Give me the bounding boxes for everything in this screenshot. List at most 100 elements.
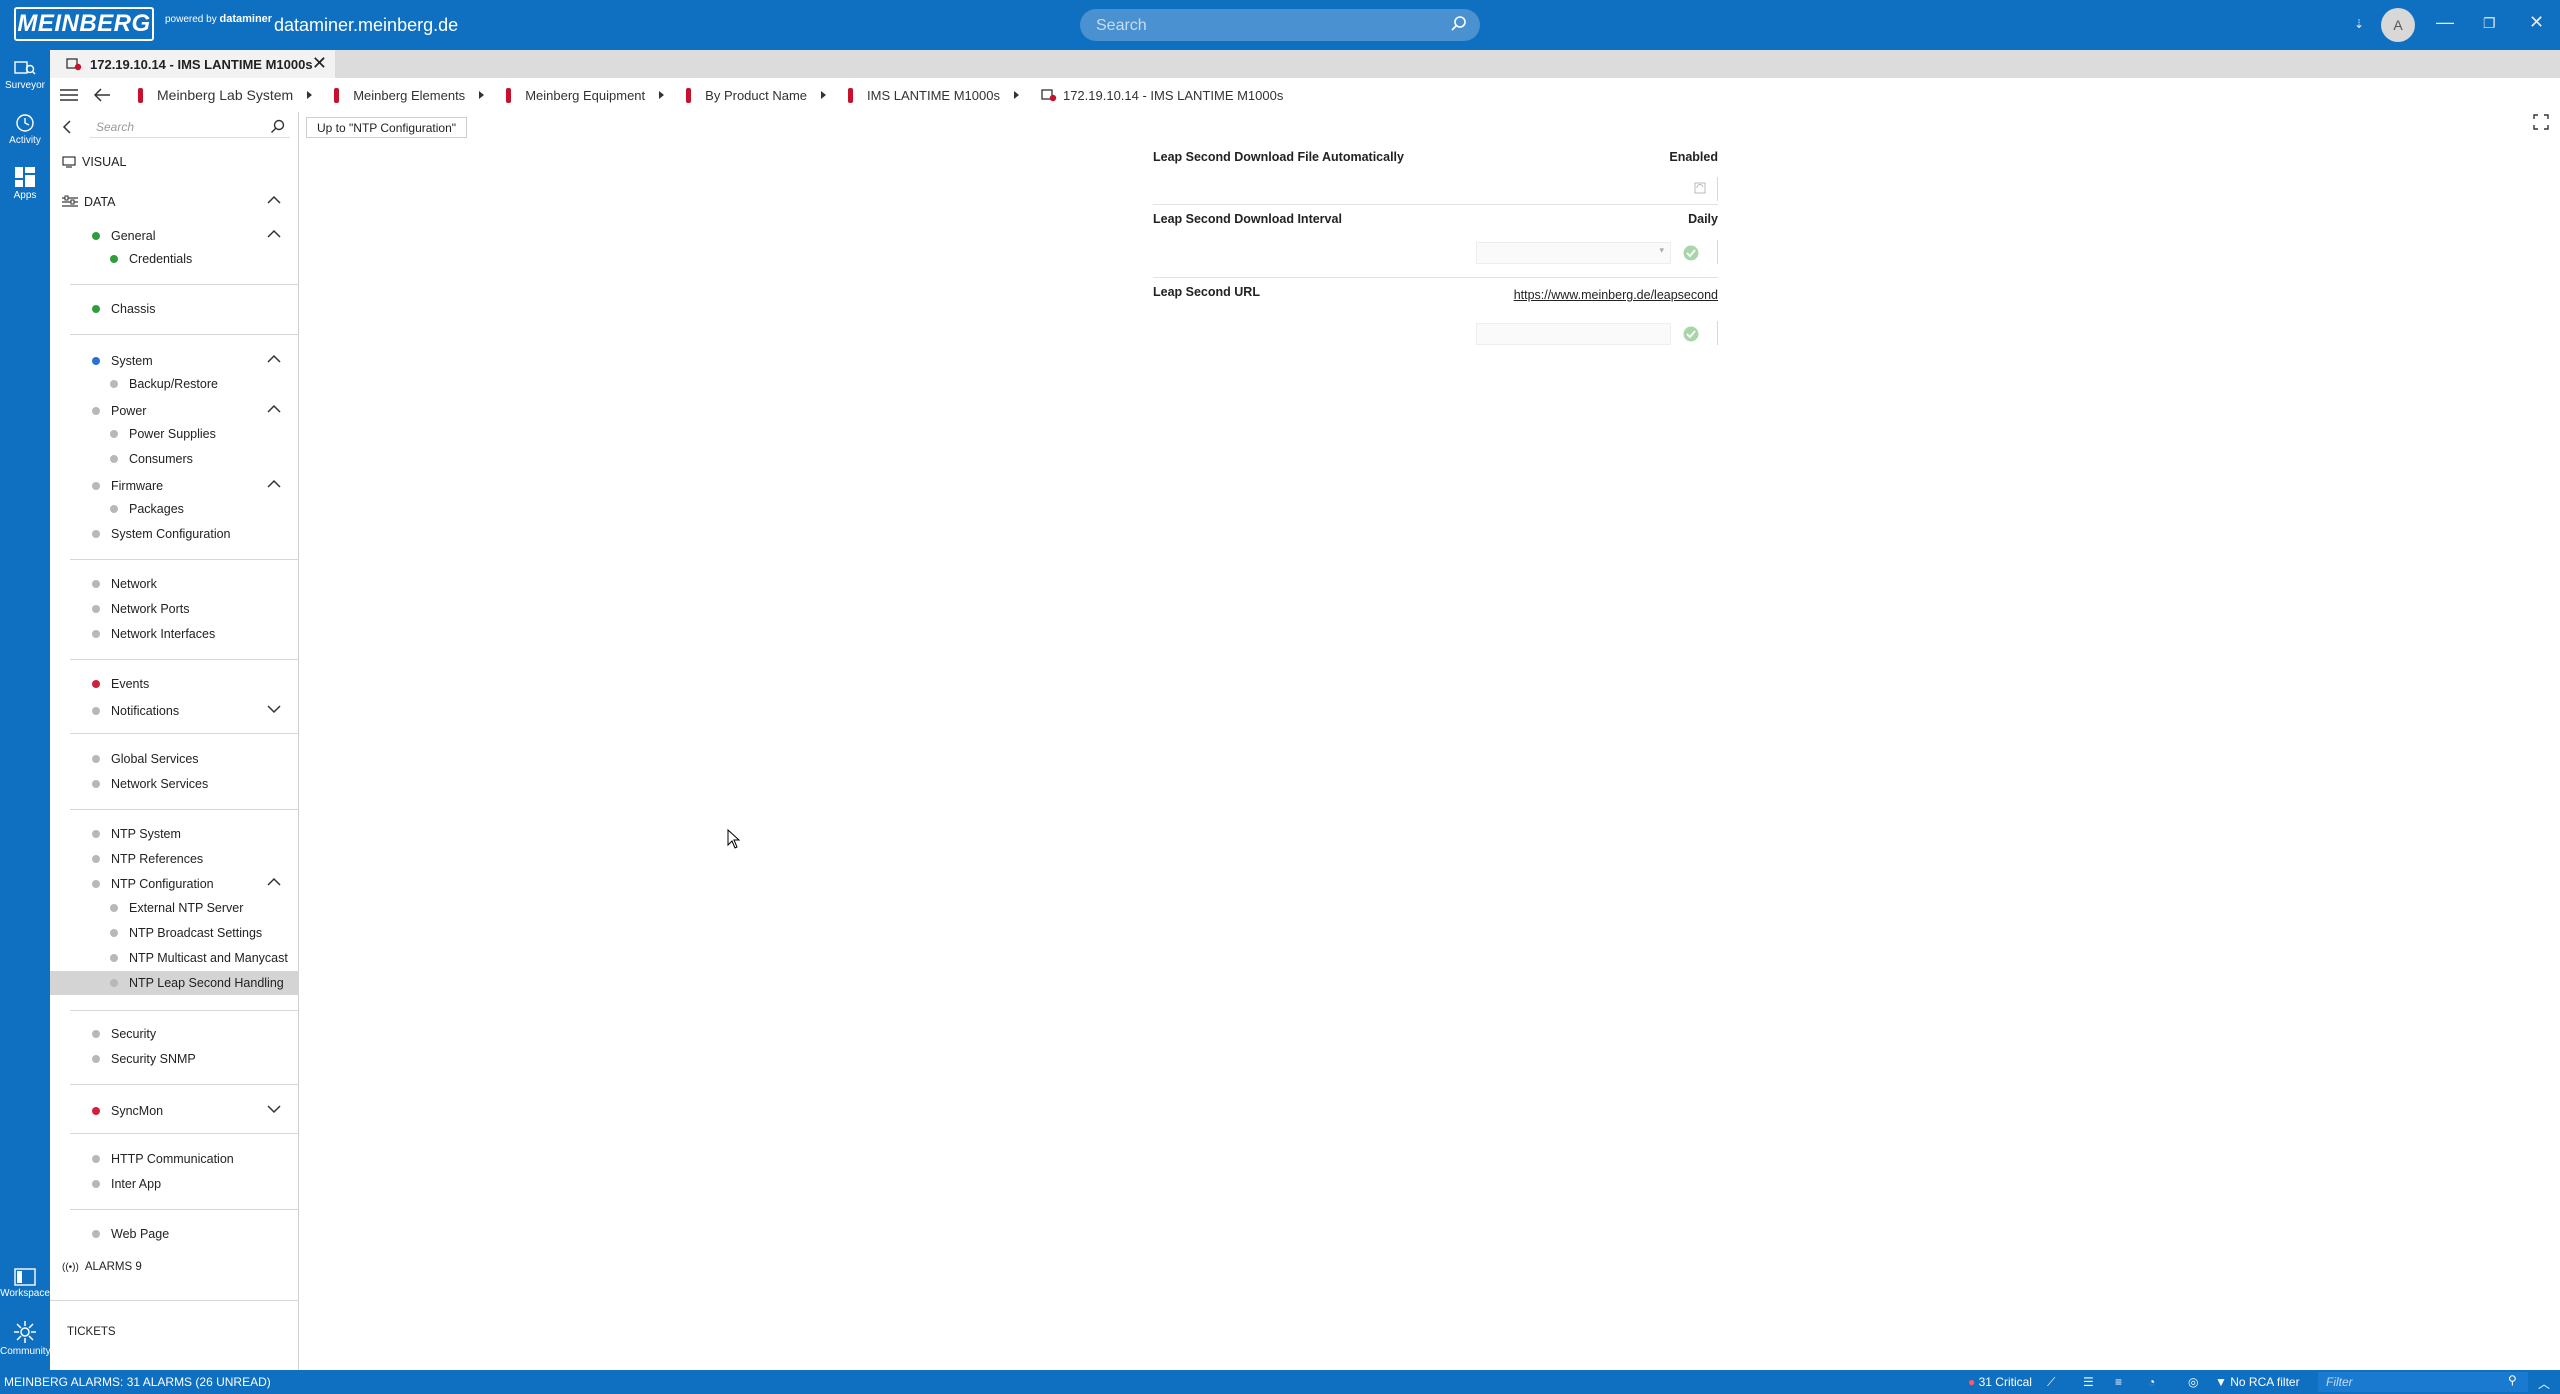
tree-alarms[interactable]: ((•)) ALARMS 9 [50,1255,299,1279]
tree-item-inter-app[interactable]: Inter App [50,1172,299,1196]
alarms-summary[interactable]: MEINBERG ALARMS: 31 ALARMS (26 UNREAD) [4,1375,271,1389]
tree-item-ntp-multicast[interactable]: NTP Multicast and Manycast [50,946,299,970]
rail-surveyor[interactable]: Surveyor [0,60,50,91]
alarm-filter-input[interactable]: Filter [2318,1372,2528,1392]
tree-item-security-snmp[interactable]: Security SNMP [50,1047,299,1071]
breadcrumb-item-product-name[interactable]: By Product Name [686,87,827,103]
minimize-icon[interactable]: — [2436,12,2454,33]
tree-item-http-communication[interactable]: HTTP Communication [50,1147,299,1171]
rail-community[interactable]: Community [0,1320,51,1357]
tree-item-syncmon[interactable]: SyncMon [50,1099,299,1123]
tree-item-ntp-leap-second[interactable]: NTP Leap Second Handling [50,971,299,995]
param-label: Leap Second URL [1153,285,1260,299]
tree-item-network-ports[interactable]: Network Ports [50,597,299,621]
apply-check-icon[interactable] [1683,245,1699,261]
tree-item-power-supplies[interactable]: Power Supplies [50,422,299,446]
tree-item-general[interactable]: General [50,224,299,248]
breadcrumb-item-element[interactable]: 172.19.10.14 - IMS LANTIME M1000s [1041,88,1283,103]
chevron-up-icon[interactable] [267,354,281,364]
restore-icon[interactable]: ❐ [2483,15,2496,32]
dropdown-arrow-icon[interactable]: ⇣ [2354,17,2364,31]
breadcrumb-arrow-icon[interactable] [307,91,313,99]
breadcrumb-arrow-icon[interactable] [1013,91,1019,99]
rail-apps[interactable]: Apps [0,166,50,201]
divider [70,284,298,285]
chevron-up-icon[interactable] [267,229,281,239]
clock-icon[interactable]: ◔ [2148,1375,2155,1389]
apply-check-icon[interactable] [1683,326,1699,342]
avatar[interactable]: A [2381,8,2415,42]
critical-count[interactable]: ● 31 Critical [1968,1375,2032,1389]
tree-item-web-page[interactable]: Web Page [50,1222,299,1246]
breadcrumb-arrow-icon[interactable] [659,91,665,99]
tab-element[interactable]: 172.19.10.14 - IMS LANTIME M1000s ✕ [50,50,335,78]
tree-item-security[interactable]: Security [50,1022,299,1046]
tree-label: NTP References [111,852,204,866]
breadcrumb-item-elements[interactable]: Meinberg Elements [334,87,485,103]
search-icon[interactable] [1450,15,1468,33]
tree-item-power[interactable]: Power [50,399,299,423]
up-to-parent-button[interactable]: Up to "NTP Configuration" [306,117,468,138]
tree-visual[interactable]: VISUAL [50,150,299,174]
tree-item-firmware[interactable]: Firmware [50,474,299,498]
tree-item-consumers[interactable]: Consumers [50,447,299,471]
search-icon[interactable]: ⚲ [2508,1373,2517,1387]
fullscreen-icon[interactable] [2533,114,2549,130]
tree-item-network-interfaces[interactable]: Network Interfaces [50,622,299,646]
rail-activity[interactable]: Activity [0,113,50,146]
list-view-icon[interactable]: ☰ [2083,1375,2094,1389]
tree-item-network[interactable]: Network [50,572,299,596]
sliders-icon [62,195,78,207]
tree-item-ntp-configuration[interactable]: NTP Configuration [50,872,299,896]
collapse-panel-icon[interactable] [62,120,72,134]
tab-close-icon[interactable]: ✕ [312,53,327,74]
tree-label: Credentials [129,252,193,266]
chevron-up-icon[interactable] [267,195,281,205]
chevron-up-icon[interactable] [267,404,281,414]
tree-tickets[interactable]: TICKETS [50,1320,299,1344]
tree-item-packages[interactable]: Packages [50,497,299,521]
breadcrumb-arrow-icon[interactable] [821,91,827,99]
breadcrumb-item-product[interactable]: IMS LANTIME M1000s [848,87,1019,103]
close-window-icon[interactable]: ✕ [2529,12,2544,33]
tree-search-input[interactable]: Search [90,116,290,138]
tree-item-external-ntp-server[interactable]: External NTP Server [50,896,299,920]
tree-item-network-services[interactable]: Network Services [50,772,299,796]
tree-item-events[interactable]: Events [50,672,299,696]
global-search[interactable]: Search [1080,9,1480,41]
tree-label: General [111,229,156,243]
chevron-down-icon[interactable] [267,1104,281,1114]
meinberg-logo[interactable]: MEINBERG [14,7,154,41]
toggle-refresh-icon[interactable] [1694,182,1706,194]
sort-icon[interactable]: ≡ [2115,1375,2122,1389]
tree-item-system[interactable]: System [50,349,299,373]
rail-workspace[interactable]: Workspace [0,1268,50,1299]
tree-item-system-configuration[interactable]: System Configuration [50,522,299,546]
tree-item-ntp-system[interactable]: NTP System [50,822,299,846]
chevron-up-icon[interactable] [267,479,281,489]
hamburger-menu-icon[interactable] [60,88,78,102]
target-icon[interactable]: ◎ [2188,1375,2198,1389]
breadcrumb-item-equipment[interactable]: Meinberg Equipment [506,87,665,103]
tree-item-global-services[interactable]: Global Services [50,747,299,771]
tree-item-chassis[interactable]: Chassis [50,297,299,321]
rca-filter[interactable]: ▼ No RCA filter [2215,1375,2300,1389]
chevron-up-icon[interactable]: ︿ [2538,1375,2550,1392]
search-icon[interactable] [270,119,286,135]
leap-url-link[interactable]: https://www.meinberg.de/leapsecond [1514,288,1718,302]
tree-item-ntp-broadcast[interactable]: NTP Broadcast Settings [50,921,299,945]
back-arrow-icon[interactable] [94,88,110,102]
leap-url-input[interactable] [1476,323,1671,345]
chevron-up-icon[interactable] [267,877,281,887]
tree-item-backup[interactable]: Backup/Restore [50,372,299,396]
interval-select[interactable]: ▾ [1476,242,1671,264]
breadcrumb-arrow-icon[interactable] [479,91,485,99]
tree-item-ntp-references[interactable]: NTP References [50,847,299,871]
trend-icon[interactable]: ⟋ [2047,1375,2055,1390]
tree-item-notifications[interactable]: Notifications [50,699,299,723]
breadcrumb-item-lab-system[interactable]: Meinberg Lab System [138,87,313,103]
chevron-down-icon[interactable] [267,704,281,714]
tree-item-credentials[interactable]: Credentials [50,247,299,271]
tree-data[interactable]: DATA [50,190,299,214]
tree-label: Web Page [111,1227,170,1241]
